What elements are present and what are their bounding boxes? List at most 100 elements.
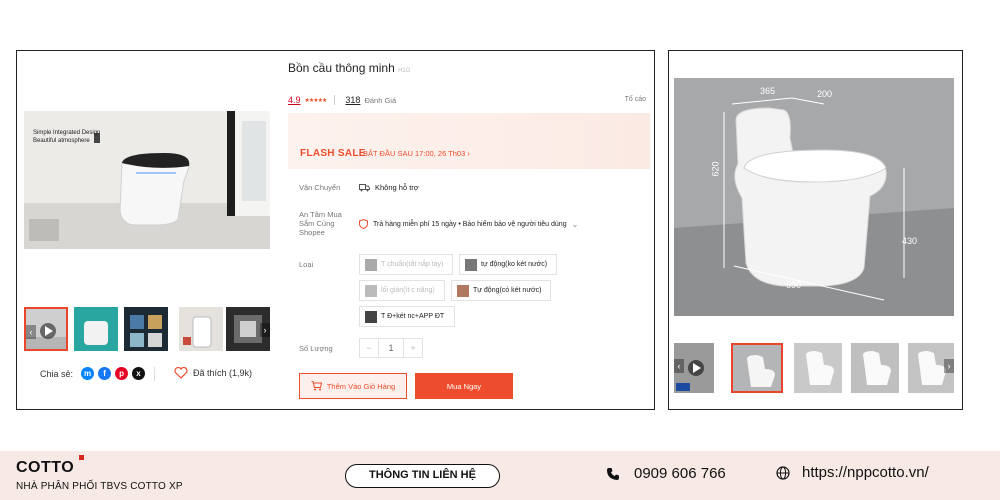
- shipping-label: Vận Chuyển: [299, 183, 341, 192]
- dimension-width-top: 365: [760, 86, 776, 96]
- phone-number: 0909 606 766: [634, 465, 726, 482]
- footer-bar: COTTO NHÀ PHÂN PHỐI TBVS COTTO XP THÔNG …: [0, 451, 1000, 500]
- dimension-seat-height: 430: [902, 236, 918, 246]
- rthumb-image-4: [851, 343, 899, 393]
- favorite-count: Đã thích (1,9k): [193, 368, 253, 378]
- review-label: Đánh Giá: [364, 95, 397, 105]
- variant-thumb-4: [457, 284, 469, 297]
- guarantee-value[interactable]: Trả hàng miễn phí 15 ngày • Bảo hiểm bảo…: [359, 219, 578, 229]
- rthumb-3[interactable]: [794, 343, 842, 393]
- dimension-height: 620: [710, 161, 721, 177]
- phone-icon: [607, 467, 619, 480]
- rthumb-image-3: [794, 343, 842, 393]
- variant-option-3[interactable]: lối giản(ít c năng): [359, 280, 445, 301]
- thumbnail-strip: ‹ ›: [24, 307, 270, 353]
- thumb-prev-arrow[interactable]: ‹: [26, 325, 36, 339]
- share-row: Chia sẻ: m f p x: [40, 367, 146, 380]
- add-to-cart-label: Thêm Vào Giỏ Hàng: [326, 381, 396, 391]
- chevron-down-icon: ⌄: [571, 219, 579, 229]
- thumb-image-4: [179, 307, 223, 351]
- thumb-image-2: [74, 307, 118, 351]
- truck-icon: [359, 183, 370, 191]
- rthumb-prev-arrow[interactable]: ‹: [674, 359, 684, 373]
- quantity-input[interactable]: 1: [378, 339, 404, 357]
- add-to-cart-button[interactable]: Thêm Vào Giỏ Hàng: [299, 373, 407, 399]
- rating-divider: [334, 95, 336, 105]
- thumbnail-3[interactable]: [124, 307, 168, 351]
- rthumb-image-2: [733, 345, 781, 391]
- variant-option-4-label: Tự động(có két nước): [473, 287, 542, 294]
- quantity-stepper: − 1 +: [359, 338, 423, 358]
- messenger-icon[interactable]: m: [81, 367, 95, 380]
- heart-icon: [174, 367, 188, 379]
- favorite-button[interactable]: Đã thích (1,9k): [174, 367, 252, 379]
- variant-thumb-5: [365, 310, 377, 323]
- shipping-value-text: Không hỗ trợ: [375, 183, 419, 192]
- brand-logo: COTTO: [16, 459, 75, 476]
- thumbnail-video[interactable]: ‹: [24, 307, 68, 351]
- thumb-image-3: [124, 307, 168, 351]
- dimension-image-panel: 365 200 620 430 690 ‹ ›: [668, 50, 963, 410]
- variant-option-5[interactable]: T Đ+két nc+APP ĐT: [359, 306, 455, 327]
- rthumb-5[interactable]: ›: [908, 343, 954, 393]
- dimension-depth-top: 200: [817, 89, 833, 99]
- globe-icon: [776, 465, 790, 480]
- variant-thumb-1: [365, 258, 377, 271]
- variant-label: Loại: [299, 260, 314, 269]
- variant-option-2[interactable]: tự động(ko két nước): [459, 254, 557, 275]
- rthumb-2[interactable]: [731, 343, 783, 393]
- product-title-text: Bồn cầu thông minh: [288, 61, 395, 75]
- image-caption-line1: Simple Integrated Design: [33, 130, 101, 136]
- review-count[interactable]: 318: [345, 95, 360, 105]
- rating-stars: ★★★★★: [304, 97, 328, 104]
- rthumb-4[interactable]: [851, 343, 899, 393]
- guarantee-label: An Tâm Mua Sắm Cùng Shopee: [299, 210, 342, 237]
- report-link[interactable]: Tố cáo: [625, 96, 646, 103]
- image-caption-line2: Beautiful atmosphere: [33, 138, 90, 144]
- shield-icon: [359, 219, 368, 229]
- rating-row: 4.9 ★★★★★ 318 Đánh Giá: [288, 95, 396, 105]
- quantity-increase-button[interactable]: +: [404, 339, 422, 357]
- image-caption: Simple Integrated Design Beautiful atmos…: [33, 129, 100, 145]
- facebook-icon[interactable]: f: [98, 367, 112, 380]
- pinterest-icon[interactable]: p: [115, 367, 129, 380]
- share-label: Chia sẻ:: [40, 368, 74, 379]
- variant-option-4[interactable]: Tự động(có két nước): [451, 280, 551, 301]
- variant-option-1[interactable]: T chuẩn(tắt nắp tay): [359, 254, 453, 275]
- rthumb-video[interactable]: ‹: [674, 343, 714, 393]
- contact-info-button[interactable]: THÔNG TIN LIÊN HỆ: [345, 464, 500, 488]
- brand-logo-mark: [79, 455, 84, 460]
- website-url: https://nppcotto.vn/: [802, 464, 929, 481]
- rating-value[interactable]: 4.9: [288, 95, 301, 105]
- variant-thumb-2: [465, 258, 477, 271]
- quantity-decrease-button[interactable]: −: [360, 339, 378, 357]
- flash-sale-time[interactable]: BẮT ĐẦU SAU 17:00, 26 Th03 ›: [363, 149, 470, 158]
- quantity-label: Số Lượng: [299, 344, 333, 353]
- shipping-value: Không hỗ trợ: [359, 183, 419, 192]
- thumbnail-5[interactable]: ›: [226, 307, 270, 351]
- product-main-image[interactable]: Simple Integrated Design Beautiful atmos…: [24, 111, 270, 249]
- buy-now-button[interactable]: Mua Ngay: [415, 373, 513, 399]
- flash-sale-banner: FLASH SALE BẮT ĐẦU SAU 17:00, 26 Th03 ›: [288, 113, 650, 169]
- brand-tagline: NHÀ PHÂN PHỐI TBVS COTTO XP: [16, 481, 183, 492]
- website-link[interactable]: https://nppcotto.vn/: [776, 464, 929, 481]
- thumb-next-arrow[interactable]: ›: [260, 323, 270, 337]
- phone-contact[interactable]: 0909 606 766: [606, 465, 726, 482]
- toilet-dimension-drawing: [674, 78, 954, 316]
- product-panel: Simple Integrated Design Beautiful atmos…: [16, 50, 655, 410]
- thumbnail-2[interactable]: [74, 307, 118, 351]
- variant-option-3-label: lối giản(ít c năng): [381, 287, 435, 294]
- variant-option-1-label: T chuẩn(tắt nắp tay): [381, 261, 444, 268]
- share-divider: [154, 367, 155, 381]
- rthumb-next-arrow[interactable]: ›: [944, 359, 954, 373]
- cart-icon: [311, 381, 322, 391]
- guarantee-value-text: Trả hàng miễn phí 15 ngày • Bảo hiểm bảo…: [373, 220, 567, 228]
- variant-thumb-3: [365, 284, 377, 297]
- variant-option-2-label: tự động(ko két nước): [481, 261, 548, 268]
- product-title: Bồn cầu thông minh H1G: [288, 61, 410, 75]
- product-title-suffix: H1G: [398, 68, 411, 74]
- x-twitter-icon[interactable]: x: [132, 367, 146, 380]
- dimension-length: 690: [786, 280, 802, 290]
- toilet-dimension-image[interactable]: 365 200 620 430 690: [674, 78, 954, 316]
- thumbnail-4[interactable]: [179, 307, 223, 351]
